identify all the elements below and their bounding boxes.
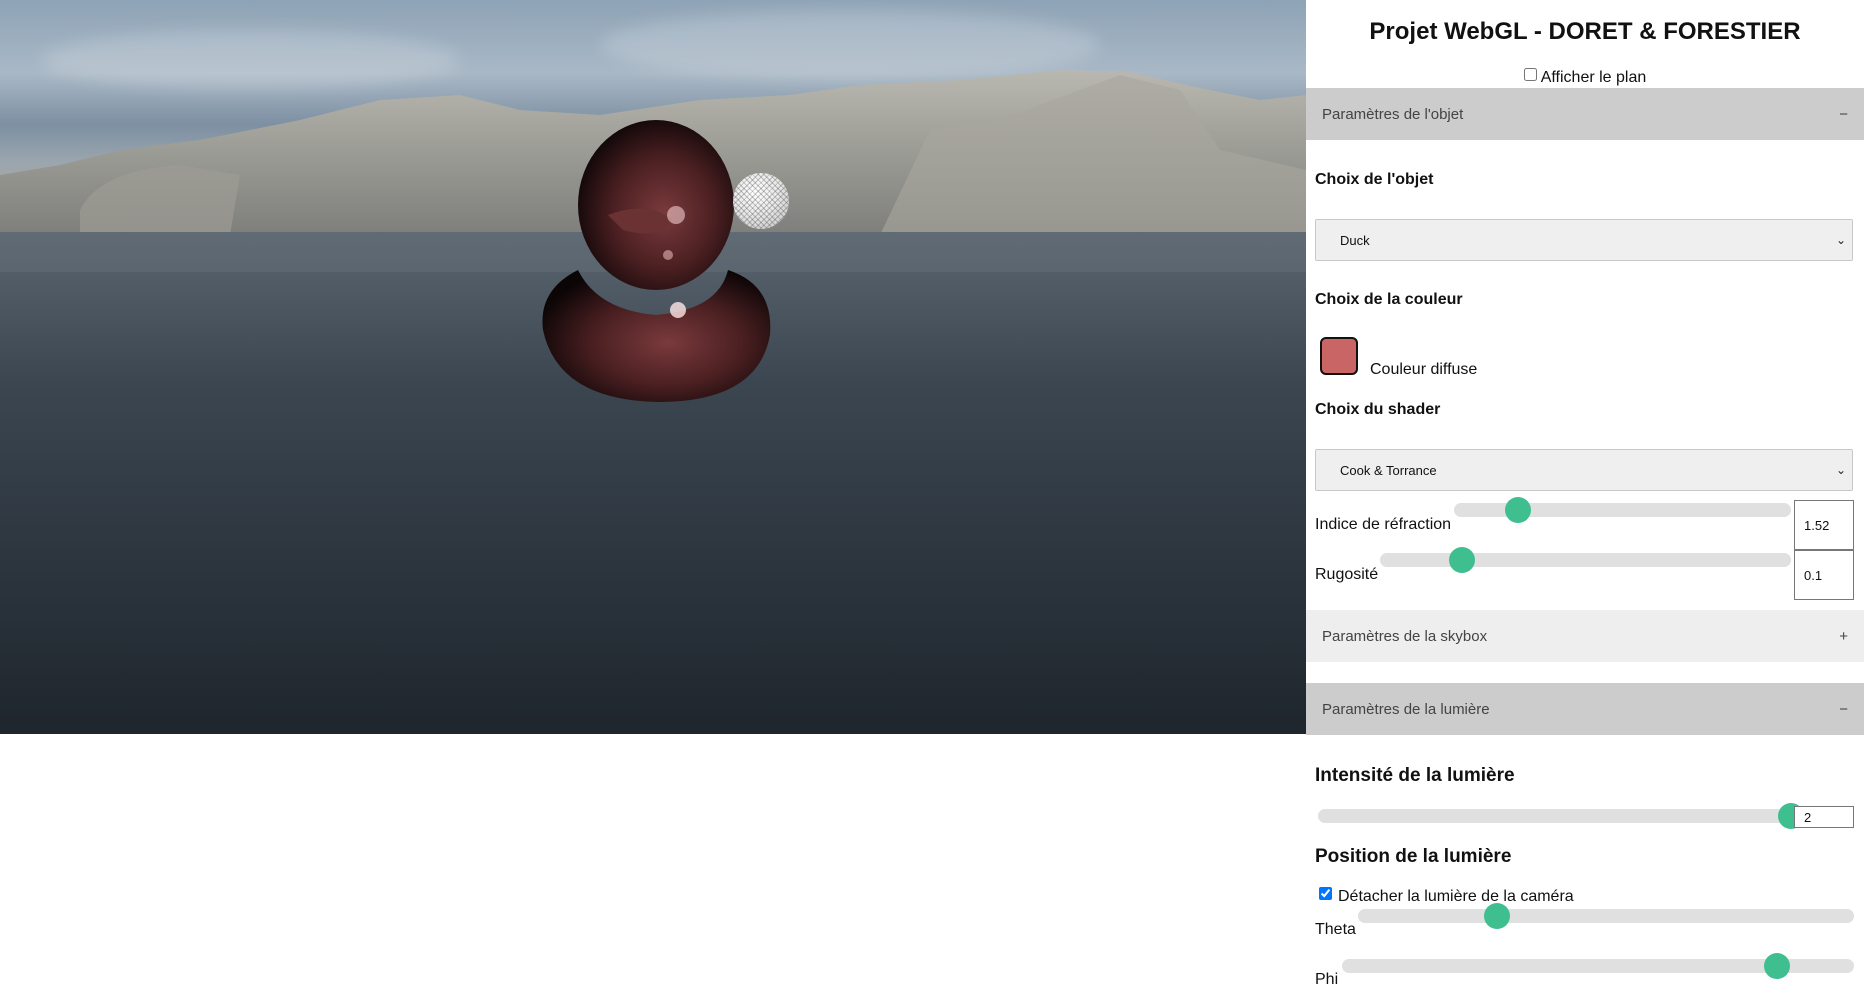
detach-light-label: Détacher la lumière de la caméra [1338,888,1574,905]
object-section-header[interactable]: Paramètres de l'objet − [1306,88,1864,140]
phi-slider[interactable] [1342,953,1854,979]
detach-light-checkbox[interactable] [1319,887,1332,900]
object-choice-label: Choix de l'objet [1315,171,1434,188]
roughness-slider-thumb[interactable] [1449,547,1476,573]
refraction-slider[interactable] [1454,497,1791,523]
object-select[interactable]: Duck ⌄ [1315,219,1853,261]
light-intensity-slider[interactable] [1318,803,1804,829]
phi-slider-thumb[interactable] [1764,953,1791,979]
light-sphere-icon [733,173,789,229]
roughness-label: Rugosité [1315,566,1379,583]
expand-icon: + [1839,627,1848,645]
light-section-title: Paramètres de la lumière [1322,700,1490,718]
theta-slider-thumb[interactable] [1483,903,1510,929]
theta-slider[interactable] [1358,903,1854,929]
show-plan-label: Afficher le plan [1540,69,1647,86]
show-plan-checkbox[interactable] [1523,68,1537,81]
refraction-label: Indice de réfraction [1315,516,1452,533]
duck-model [542,120,771,402]
light-intensity-label: Intensité de la lumière [1315,765,1515,786]
light-position-label: Position de la lumière [1315,846,1512,867]
skybox-section-title: Paramètres de la skybox [1322,627,1488,645]
refraction-input[interactable]: 1.52 [1794,500,1854,550]
detach-light-row: Détacher la lumière de la caméra [1315,887,1574,906]
collapse-icon: − [1839,105,1848,123]
refraction-slider-thumb[interactable] [1505,497,1532,523]
shader-select-value: Cook & Torrance [1340,462,1437,478]
diffuse-color-label: Couleur diffuse [1370,361,1478,378]
diffuse-color-picker[interactable] [1320,337,1358,375]
light-section-header[interactable]: Paramètres de la lumière − [1306,683,1864,735]
chevron-down-icon: ⌄ [1835,463,1846,477]
roughness-slider[interactable] [1380,547,1791,573]
roughness-input[interactable]: 0.1 [1794,550,1854,600]
phi-label: Phi [1315,971,1339,988]
chevron-down-icon: ⌄ [1835,233,1846,247]
skybox-section-header[interactable]: Paramètres de la skybox + [1306,610,1864,662]
page-title: Projet WebGL - DORET & FORESTIER [1369,18,1801,45]
control-panel: Projet WebGL - DORET & FORESTIER Affiche… [1306,0,1868,988]
shader-choice-label: Choix du shader [1315,401,1441,418]
show-plan-row: Afficher le plan [1306,68,1864,87]
webgl-canvas[interactable] [0,0,1306,734]
object-select-value: Duck [1340,232,1370,248]
object-section-title: Paramètres de l'objet [1322,105,1464,123]
color-choice-label: Choix de la couleur [1315,291,1463,308]
shader-select[interactable]: Cook & Torrance ⌄ [1315,449,1853,491]
theta-label: Theta [1315,921,1356,938]
light-intensity-input[interactable]: 2 [1794,806,1854,828]
collapse-icon: − [1839,700,1848,718]
